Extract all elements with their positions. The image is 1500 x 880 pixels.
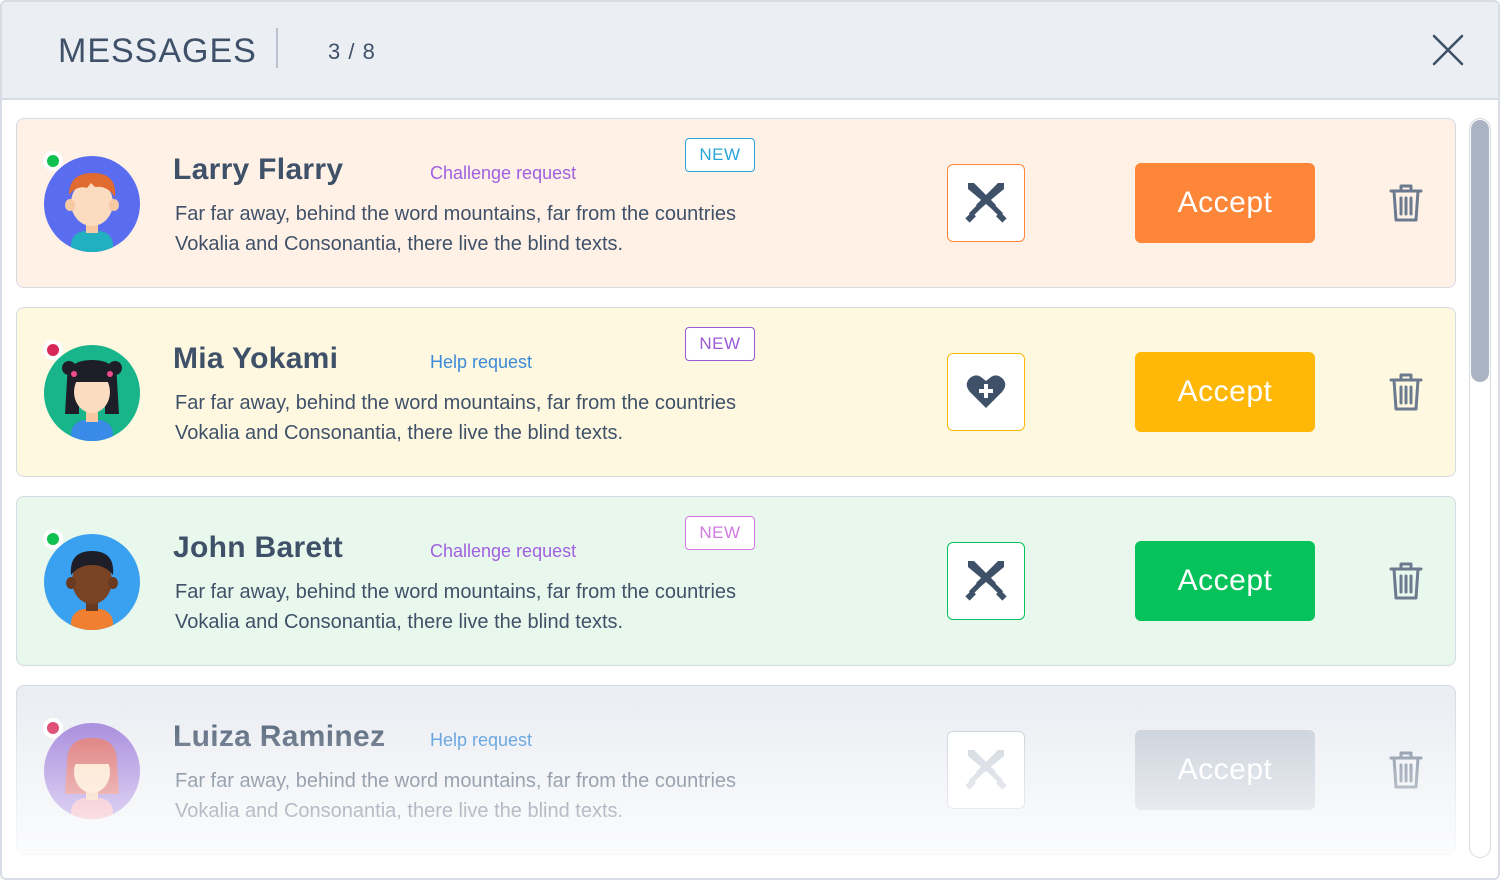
challenge-button[interactable]: [947, 731, 1025, 809]
message-card: Mia Yokami Help request NEW Far far away…: [16, 307, 1456, 477]
challenge-button[interactable]: [947, 164, 1025, 242]
message-text: Far far away, behind the word mountains,…: [175, 770, 737, 822]
swords-icon: [965, 561, 1007, 601]
new-badge: NEW: [685, 138, 755, 172]
message-counter: 3 / 8: [328, 39, 376, 64]
request-type-link[interactable]: Challenge request: [430, 163, 576, 184]
trash-icon[interactable]: [1389, 183, 1423, 223]
new-badge: NEW: [685, 327, 755, 361]
trash-icon[interactable]: [1389, 750, 1423, 790]
accept-button[interactable]: Accept: [1135, 163, 1315, 243]
status-dot: [43, 340, 63, 360]
status-dot: [43, 718, 63, 738]
message-text: Far far away, behind the word mountains,…: [175, 392, 737, 444]
request-type-link[interactable]: Help request: [430, 730, 532, 751]
avatar[interactable]: [43, 718, 141, 820]
message-card: Luiza Raminez Help request Far far away,…: [16, 685, 1456, 855]
avatar[interactable]: [43, 151, 141, 253]
scrollbar-thumb[interactable]: [1471, 120, 1489, 382]
message-card: John Barett Challenge request NEW Far fa…: [16, 496, 1456, 666]
sender-name: Mia Yokami: [173, 342, 339, 375]
close-icon[interactable]: [1428, 30, 1468, 70]
accept-button[interactable]: Accept: [1135, 352, 1315, 432]
accept-button[interactable]: Accept: [1135, 541, 1315, 621]
message-list: Larry Flarry Challenge request NEW Far f…: [16, 118, 1458, 878]
swords-icon: [965, 183, 1007, 223]
help-button[interactable]: [947, 353, 1025, 431]
message-text: Far far away, behind the word mountains,…: [175, 581, 737, 633]
avatar[interactable]: [43, 340, 141, 442]
header-divider: [276, 28, 278, 68]
message-text: Far far away, behind the word mountains,…: [175, 203, 737, 255]
sender-name: John Barett: [173, 531, 343, 564]
challenge-button[interactable]: [947, 542, 1025, 620]
request-type-link[interactable]: Challenge request: [430, 541, 576, 562]
header: MESSAGES 3 / 8: [2, 2, 1498, 100]
status-dot: [43, 151, 63, 171]
message-card: Larry Flarry Challenge request NEW Far f…: [16, 118, 1456, 288]
sender-name: Larry Flarry: [173, 153, 344, 186]
trash-icon[interactable]: [1389, 561, 1423, 601]
sender-name: Luiza Raminez: [173, 720, 386, 753]
new-badge: NEW: [685, 516, 755, 550]
avatar[interactable]: [43, 529, 141, 631]
trash-icon[interactable]: [1389, 372, 1423, 412]
page-title: MESSAGES: [58, 32, 257, 70]
swords-icon: [965, 750, 1007, 790]
accept-button[interactable]: Accept: [1135, 730, 1315, 810]
request-type-link[interactable]: Help request: [430, 352, 532, 373]
status-dot: [43, 529, 63, 549]
heart-plus-icon: [966, 375, 1006, 408]
messages-window: MESSAGES 3 / 8 Larry Flarry Challenge re…: [0, 0, 1500, 880]
